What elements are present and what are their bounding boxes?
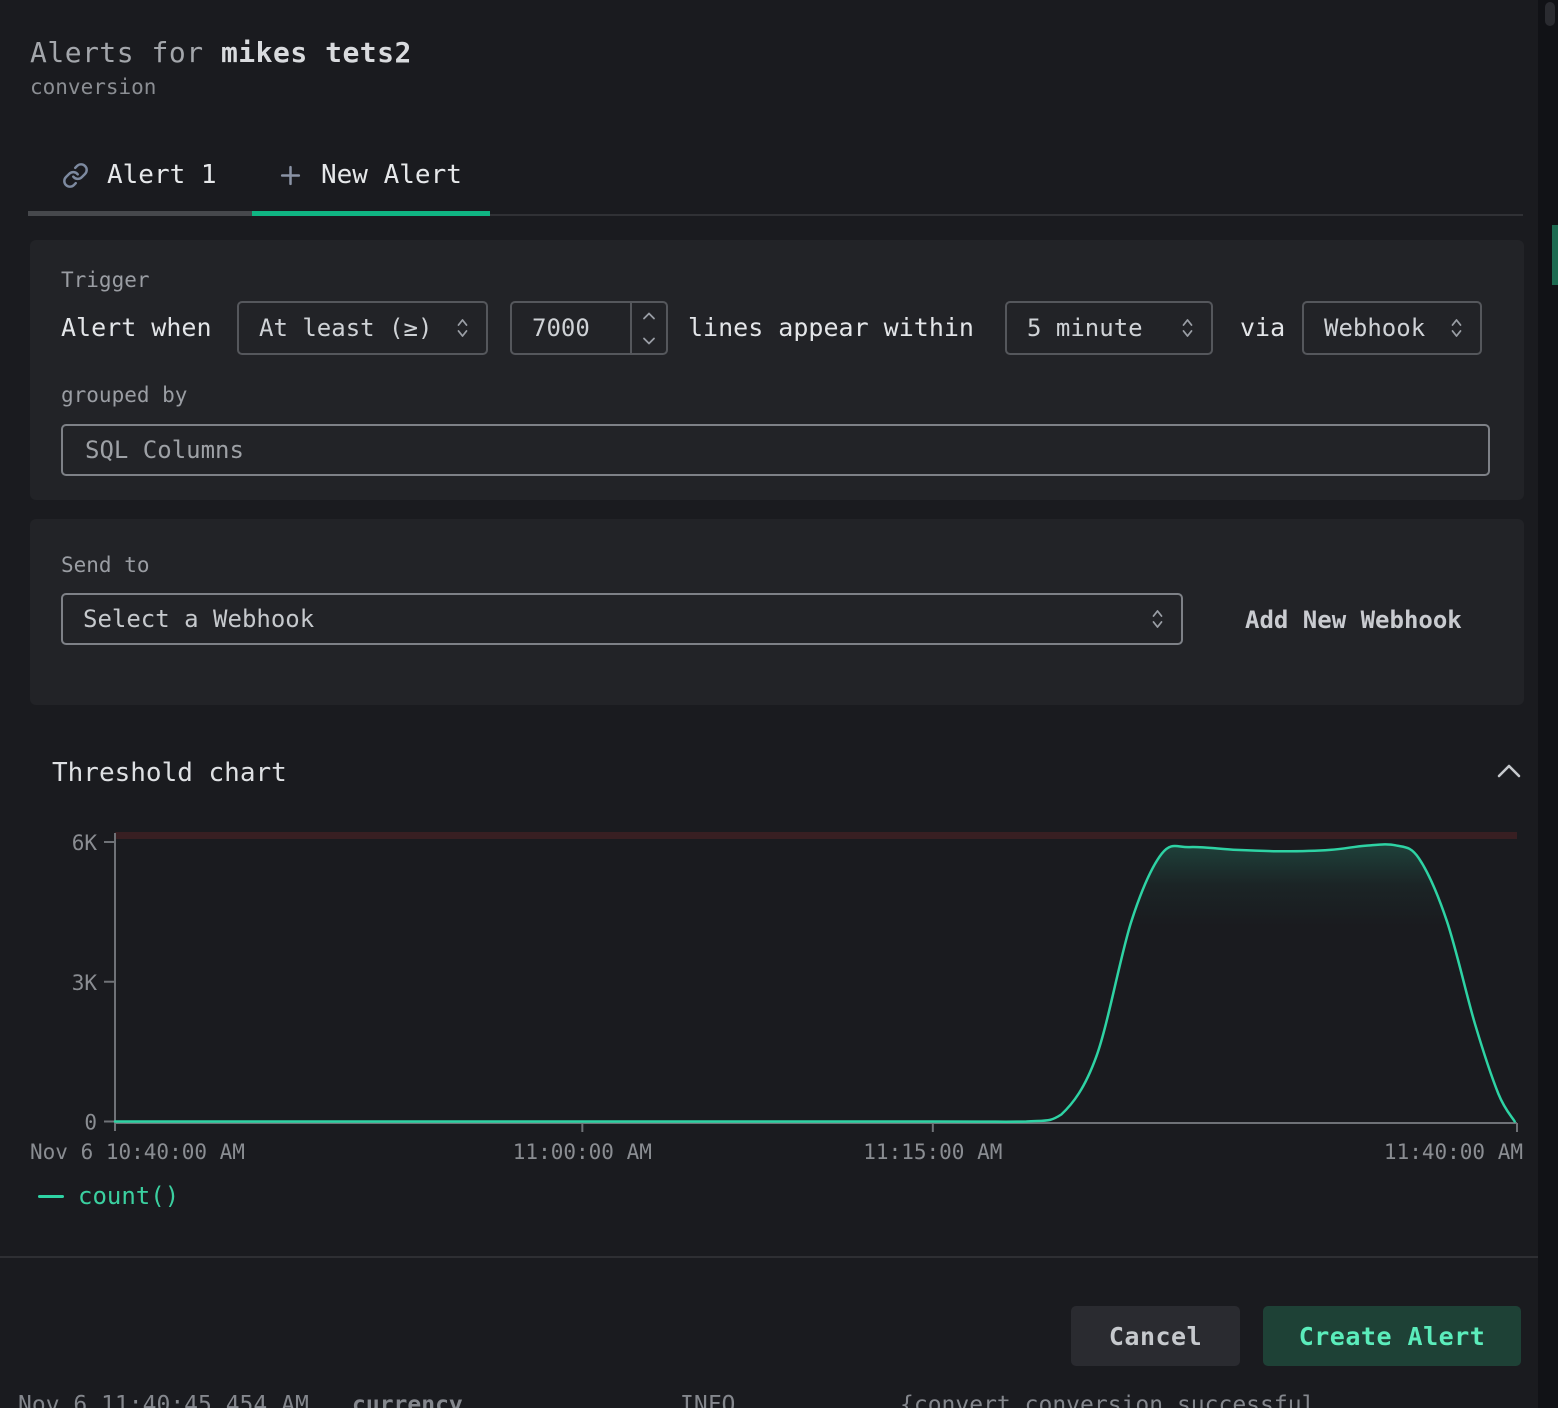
channel-select-value: Webhook — [1324, 314, 1425, 342]
send-to-label: Send to — [61, 553, 150, 577]
webhook-select[interactable]: Select a Webhook — [61, 593, 1183, 645]
threshold-chart: 6K 3K 0 Nov 6 10:40:00 AM 11:00:00 AM 11:15:0… — [0, 820, 1558, 1170]
lines-appear-label: lines appear within — [688, 313, 974, 342]
page-title: Alerts for mikes tets2 — [30, 36, 412, 69]
plus-icon — [278, 163, 303, 188]
alert-modal-surface: Alerts for mikes tets2 conversion Alert … — [0, 0, 1538, 1408]
log-message: {convert conversion successful — [900, 1392, 1315, 1408]
threshold-chart-title: Threshold chart — [52, 758, 287, 788]
right-edge-green-sliver — [1552, 225, 1558, 285]
chart-legend: count() — [38, 1182, 179, 1210]
legend-series-label: count() — [78, 1182, 179, 1210]
log-level: INFO — [680, 1392, 735, 1408]
x-tick-label: 11:40:00 AM — [1384, 1140, 1523, 1164]
link-icon — [62, 162, 89, 189]
page-title-source-name: mikes tets2 — [221, 36, 412, 69]
y-tick-label: 0 — [84, 1111, 97, 1135]
tabs-bottom-border — [490, 214, 1523, 216]
tab-new-alert-label: New Alert — [321, 160, 462, 190]
tab-alert-1-label: Alert 1 — [107, 160, 217, 190]
chevron-up-down-icon — [455, 315, 470, 341]
threshold-spinner — [630, 303, 666, 353]
log-service: currency — [352, 1392, 463, 1408]
x-tick-label: 11:00:00 AM — [513, 1140, 652, 1164]
time-window-value: 5 minute — [1027, 314, 1143, 342]
condition-select-value: At least (≥) — [259, 314, 432, 342]
grouped-by-input[interactable] — [61, 424, 1490, 476]
chevron-down-icon — [641, 336, 657, 346]
y-tick-label: 3K — [72, 971, 98, 995]
scrollbar-track[interactable] — [1538, 0, 1558, 1408]
time-window-select[interactable]: 5 minute — [1005, 301, 1213, 355]
page-title-prefix: Alerts for — [30, 36, 204, 69]
alert-dialog: Alerts for mikes tets2 conversion Alert … — [0, 0, 1558, 1408]
collapse-chart-button[interactable] — [1494, 762, 1524, 780]
threshold-band — [115, 832, 1517, 839]
chevron-up-down-icon — [1150, 606, 1165, 632]
background-log-row: Nov 6 11:40:45.454 AM currency INFO {con… — [0, 1392, 1558, 1408]
condition-select[interactable]: At least (≥) — [237, 301, 488, 355]
threshold-input[interactable] — [512, 303, 630, 353]
create-alert-button[interactable]: Create Alert — [1263, 1306, 1521, 1366]
x-tick-label: Nov 6 10:40:00 AM — [30, 1140, 245, 1164]
spinner-down-button[interactable] — [632, 328, 666, 353]
tab-inactive-underline — [28, 211, 252, 216]
chevron-up-down-icon — [1180, 315, 1195, 341]
alert-when-label: Alert when — [61, 313, 212, 342]
footer-divider — [0, 1256, 1558, 1258]
tab-alert-1[interactable]: Alert 1 — [62, 160, 217, 190]
trigger-section-label: Trigger — [61, 268, 150, 292]
cancel-button[interactable]: Cancel — [1071, 1306, 1240, 1366]
legend-line-swatch — [38, 1195, 64, 1198]
grouped-by-label: grouped by — [61, 383, 187, 407]
chevron-up-icon — [641, 311, 657, 321]
chevron-up-icon — [1494, 762, 1524, 780]
scrollbar-thumb[interactable] — [1545, 2, 1555, 26]
webhook-select-value: Select a Webhook — [83, 605, 314, 633]
trigger-panel: Trigger Alert when At least (≥) — [30, 240, 1524, 500]
spinner-up-button[interactable] — [632, 303, 666, 328]
add-new-webhook-button[interactable]: Add New Webhook — [1245, 606, 1462, 634]
threshold-input-group — [510, 301, 668, 355]
y-tick-label: 6K — [72, 831, 98, 855]
series-area — [115, 844, 1515, 1123]
send-to-panel: Send to Select a Webhook Add New Webhook — [30, 519, 1524, 705]
tab-active-underline — [252, 211, 490, 216]
log-timestamp: Nov 6 11:40:45.454 AM — [18, 1392, 309, 1408]
via-label: via — [1240, 313, 1285, 342]
chevron-up-down-icon — [1449, 315, 1464, 341]
x-tick-label: 11:15:00 AM — [863, 1140, 1002, 1164]
page-subtitle: conversion — [30, 75, 156, 99]
channel-select[interactable]: Webhook — [1302, 301, 1482, 355]
tab-new-alert[interactable]: New Alert — [278, 160, 462, 190]
